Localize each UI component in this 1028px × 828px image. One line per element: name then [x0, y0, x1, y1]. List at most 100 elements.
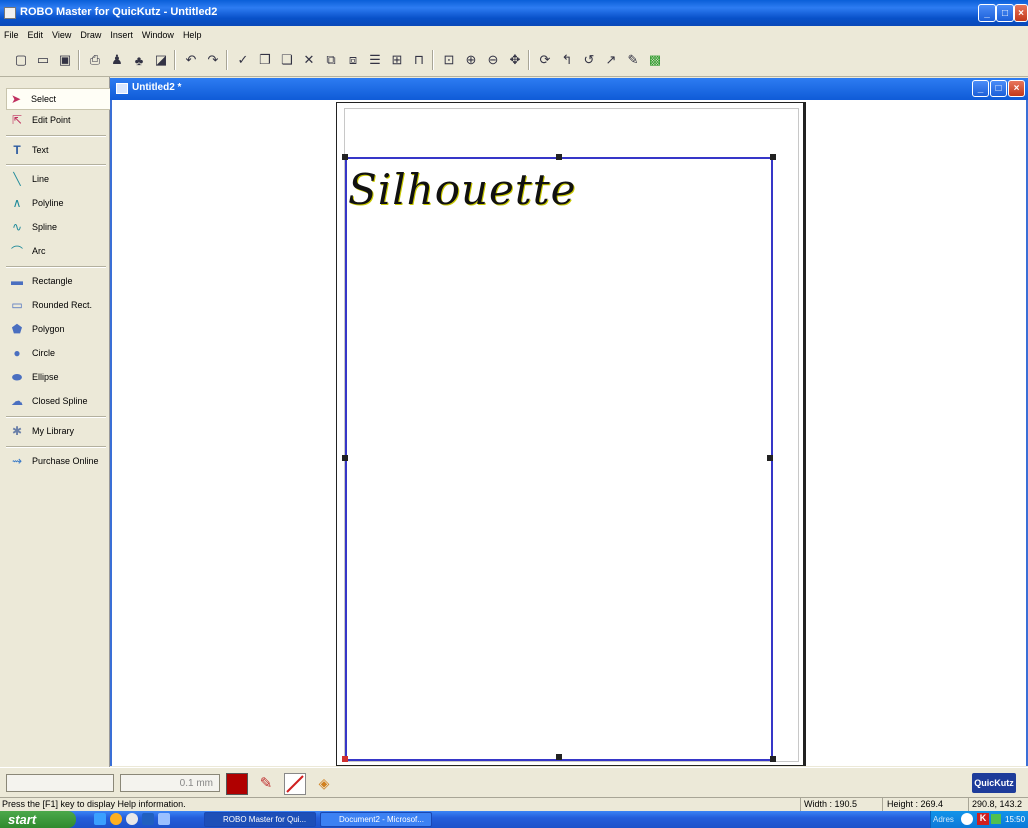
paste-icon[interactable]: ❏	[278, 51, 296, 69]
tool-spline[interactable]: ∿ Spline	[8, 217, 108, 237]
tool-purchase-online[interactable]: ⇝ Purchase Online	[8, 451, 108, 471]
pen-icon[interactable]: ✎	[624, 51, 642, 69]
tool-label: Purchase Online	[32, 456, 99, 466]
taskbar-item-robomaster[interactable]: ROBO Master for Qui...	[204, 812, 316, 827]
tool-polyline[interactable]: ∧ Polyline	[8, 193, 108, 213]
plot-icon[interactable]: ♟	[108, 51, 126, 69]
ungroup-icon[interactable]: ⧈	[344, 51, 362, 69]
resize-handle-top[interactable]	[556, 154, 562, 160]
circle-icon: ●	[13, 346, 21, 360]
select-arrow-icon: ➤	[10, 92, 22, 106]
resize-handle-bottom[interactable]	[556, 754, 562, 760]
redo-arrow-icon[interactable]: ↗	[602, 51, 620, 69]
preview-icon[interactable]: ◪	[152, 51, 170, 69]
show-desktop-icon[interactable]	[142, 813, 154, 825]
zoom-in-icon[interactable]: ⊕	[462, 51, 480, 69]
menu-window[interactable]: Window	[142, 30, 174, 40]
redo-icon[interactable]: ↷	[204, 51, 222, 69]
zoom-out-icon[interactable]: ⊖	[484, 51, 502, 69]
library-icon: ✱	[11, 424, 23, 438]
tool-circle[interactable]: ● Circle	[8, 343, 108, 363]
object-name-field[interactable]	[6, 774, 114, 792]
fill-color-swatch[interactable]	[226, 773, 248, 795]
tool-label: Edit Point	[32, 115, 71, 125]
forward-icon[interactable]: ↺	[580, 51, 598, 69]
copy-icon[interactable]: ❐	[256, 51, 274, 69]
messenger-icon[interactable]	[126, 813, 138, 825]
rotate-icon[interactable]: ⟳	[536, 51, 554, 69]
tool-label: Text	[32, 145, 49, 155]
doc-maximize-button[interactable]: □	[990, 80, 1007, 97]
app-title-bar: ROBO Master for QuicKutz - Untitled2 _ □…	[0, 0, 1028, 26]
close-button[interactable]: ×	[1014, 4, 1028, 22]
pen-color-icon[interactable]: ✎	[256, 773, 276, 793]
tray-back-icon[interactable]	[961, 813, 973, 825]
tool-text[interactable]: T Text	[8, 140, 108, 160]
undo-icon[interactable]: ↶	[182, 51, 200, 69]
doc-minimize-button[interactable]: _	[972, 80, 989, 97]
tool-select[interactable]: ➤ Select	[6, 88, 112, 110]
menu-file[interactable]: File	[4, 30, 19, 40]
region-icon[interactable]: ▩	[646, 51, 664, 69]
resize-handle-right[interactable]	[767, 455, 773, 461]
new-icon[interactable]: ▢	[12, 51, 30, 69]
tool-ellipse[interactable]: ⬬ Ellipse	[8, 367, 108, 387]
rounded-rect-icon: ▭	[11, 298, 23, 312]
pointer-icon[interactable]: ✓	[234, 51, 252, 69]
frame-icon[interactable]: ⊓	[410, 51, 428, 69]
network-icon[interactable]	[991, 814, 1001, 824]
resize-handle-top-left[interactable]	[342, 154, 348, 160]
tool-separator	[6, 446, 106, 448]
app-icon	[4, 7, 16, 19]
back-icon[interactable]: ↰	[558, 51, 576, 69]
resize-handle-bottom-right[interactable]	[770, 756, 776, 762]
resize-handle-bottom-left[interactable]	[342, 756, 348, 762]
print-icon[interactable]: ⎙	[86, 51, 104, 69]
tool-my-library[interactable]: ✱ My Library	[8, 421, 108, 441]
menu-view[interactable]: View	[52, 30, 71, 40]
maximize-button[interactable]: □	[996, 4, 1014, 22]
distribute-icon[interactable]: ⊞	[388, 51, 406, 69]
canvas-text-object[interactable]: Silhouette	[348, 165, 577, 214]
status-pane-divider	[800, 798, 801, 811]
no-fill-icon[interactable]	[284, 773, 306, 795]
tool-label: Closed Spline	[32, 396, 88, 406]
tool-line[interactable]: ╲ Line	[8, 169, 108, 189]
delete-icon[interactable]: ✕	[300, 51, 318, 69]
fill-bucket-icon[interactable]: ◈	[314, 773, 334, 793]
tool-separator	[6, 266, 106, 268]
tool-edit-point[interactable]: ⇱ Edit Point	[8, 110, 108, 130]
menu-edit[interactable]: Edit	[28, 30, 44, 40]
tool-polygon[interactable]: ⬟ Polygon	[8, 319, 108, 339]
menu-insert[interactable]: Insert	[110, 30, 133, 40]
taskbar-item-document[interactable]: Document2 - Microsof...	[320, 812, 432, 827]
ie-icon[interactable]	[94, 813, 106, 825]
tool-rectangle[interactable]: ▬ Rectangle	[8, 271, 108, 291]
doc-close-button[interactable]: ×	[1008, 80, 1025, 97]
pan-icon[interactable]: ✥	[506, 51, 524, 69]
tool-label: Rounded Rect.	[32, 300, 93, 310]
text-icon: T	[13, 143, 21, 157]
antivirus-icon[interactable]: K	[977, 813, 989, 825]
tool-rounded-rect[interactable]: ▭ Rounded Rect.	[8, 295, 108, 315]
save-icon[interactable]: ▣	[56, 51, 74, 69]
align-icon[interactable]: ☰	[366, 51, 384, 69]
group-icon[interactable]: ⧉	[322, 51, 340, 69]
minimize-button[interactable]: _	[978, 4, 996, 22]
line-width-field[interactable]: 0.1 mm	[120, 774, 220, 792]
quicklaunch-icon[interactable]	[158, 813, 170, 825]
menu-draw[interactable]: Draw	[80, 30, 101, 40]
resize-handle-top-right[interactable]	[770, 154, 776, 160]
tool-arc[interactable]: ⌒ Arc	[8, 241, 108, 261]
media-icon[interactable]	[110, 813, 122, 825]
tool-closed-spline[interactable]: ☁ Closed Spline	[8, 391, 108, 411]
cut-out-icon[interactable]: ♣	[130, 51, 148, 69]
open-icon[interactable]: ▭	[34, 51, 52, 69]
start-button[interactable]: start	[0, 811, 76, 828]
selection-box[interactable]	[345, 157, 773, 761]
tool-separator	[6, 164, 106, 166]
zoom-fit-icon[interactable]: ⊡	[440, 51, 458, 69]
menu-help[interactable]: Help	[183, 30, 202, 40]
resize-handle-left[interactable]	[342, 455, 348, 461]
quickutz-logo: QuicKutz	[972, 773, 1016, 793]
